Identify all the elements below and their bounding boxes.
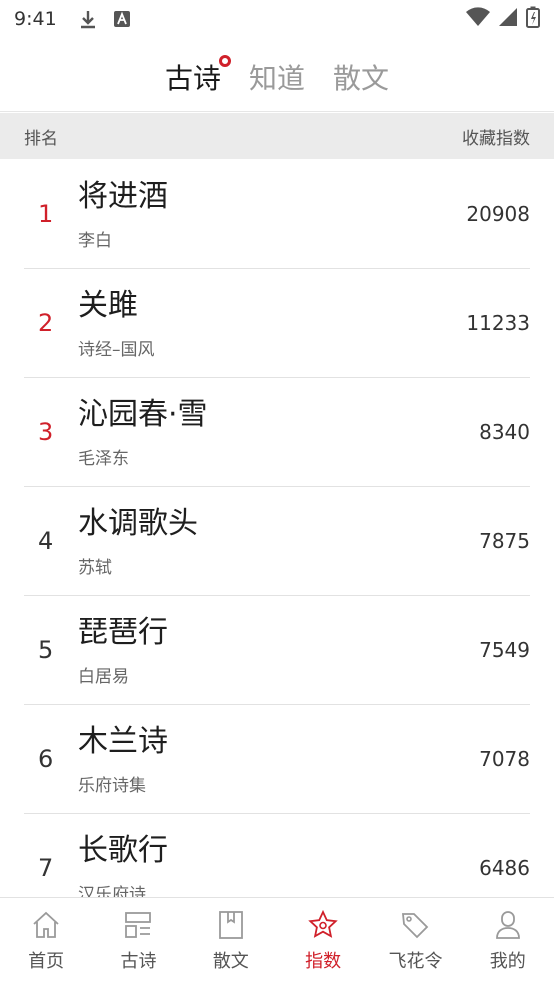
nav-label: 首页 <box>28 951 65 972</box>
rank-number: 4 <box>38 527 54 555</box>
poem-author: 毛泽东 <box>78 448 129 469</box>
poem-info: 琵琶行 白居易 <box>78 614 479 687</box>
nav-label: 我的 <box>489 951 526 972</box>
app-notification-icon <box>111 8 133 30</box>
nav-label: 指数 <box>305 951 342 972</box>
list-item[interactable]: 4 水调歌头 苏轼 7875 <box>24 487 530 596</box>
bookmark-book-icon <box>218 911 243 939</box>
poem-title: 木兰诗 <box>78 723 168 759</box>
poem-info: 水调歌头 苏轼 <box>78 505 479 578</box>
poem-info: 木兰诗 乐府诗集 <box>78 723 479 796</box>
rank-number: 2 <box>38 309 54 337</box>
rank-number: 1 <box>38 200 54 228</box>
ranking-header: 排名 收藏指数 <box>0 113 554 159</box>
tab-sanwen[interactable]: 散文 <box>333 57 389 97</box>
status-bar: 9:41 <box>0 0 554 38</box>
poem-author: 汉乐府诗 <box>78 884 146 898</box>
poem-info: 将进酒 李白 <box>78 178 466 251</box>
poem-title: 长歌行 <box>78 832 168 868</box>
favorite-score: 7078 <box>479 747 530 771</box>
favorite-score: 7549 <box>479 638 530 662</box>
nav-label: 散文 <box>212 951 249 972</box>
poem-info: 长歌行 汉乐府诗 <box>78 832 479 898</box>
nav-sanwen[interactable]: 散文 <box>185 898 277 984</box>
battery-icon <box>526 6 540 33</box>
poem-info: 沁园春·雪 毛泽东 <box>78 396 479 469</box>
tab-label: 古诗 <box>164 61 221 95</box>
poem-title: 沁园春·雪 <box>78 396 208 432</box>
rank-number: 7 <box>38 854 54 882</box>
poem-title: 关雎 <box>78 287 138 323</box>
poem-author: 李白 <box>78 230 112 251</box>
wifi-icon <box>466 6 490 32</box>
nav-wode[interactable]: 我的 <box>462 898 554 984</box>
list-item[interactable]: 6 木兰诗 乐府诗集 7078 <box>24 705 530 814</box>
list-item[interactable]: 5 琵琶行 白居易 7549 <box>24 596 530 705</box>
rank-number: 6 <box>38 745 54 773</box>
nav-feihualing[interactable]: 飞花令 <box>369 898 461 984</box>
poem-author: 诗经–国风 <box>78 339 155 360</box>
status-time: 9:41 <box>14 8 57 30</box>
nav-label: 飞花令 <box>388 951 443 972</box>
bottom-nav: 首页 古诗 散文 指数 飞花令 我的 <box>0 897 554 984</box>
tag-icon <box>402 913 429 939</box>
favorite-score: 20908 <box>466 202 530 226</box>
list-item[interactable]: 2 关雎 诗经–国风 11233 <box>24 269 530 378</box>
poem-author: 苏轼 <box>78 557 112 578</box>
poem-info: 关雎 诗经–国风 <box>78 287 466 360</box>
category-tabs: 古诗 知道 散文 <box>0 42 554 112</box>
nav-label: 古诗 <box>120 951 157 972</box>
tab-zhidao[interactable]: 知道 <box>249 57 305 97</box>
favorite-score: 7875 <box>479 529 530 553</box>
favorite-score: 11233 <box>466 311 530 335</box>
poem-title: 水调歌头 <box>78 505 198 541</box>
score-column-header: 收藏指数 <box>462 128 530 149</box>
nav-home[interactable]: 首页 <box>0 898 92 984</box>
star-icon <box>308 909 338 938</box>
user-icon <box>495 911 520 939</box>
tab-gushi[interactable]: 古诗 <box>164 54 231 97</box>
download-icon <box>77 8 99 30</box>
list-item[interactable]: 7 长歌行 汉乐府诗 6486 <box>24 814 530 898</box>
rank-column-header: 排名 <box>24 128 58 149</box>
nav-gushi[interactable]: 古诗 <box>92 898 184 984</box>
nav-zhishu[interactable]: 指数 <box>277 898 369 984</box>
home-icon <box>33 911 59 938</box>
poem-title: 将进酒 <box>78 178 168 214</box>
favorite-score: 6486 <box>479 856 530 880</box>
list-item[interactable]: 1 将进酒 李白 20908 <box>24 160 530 269</box>
poem-author: 乐府诗集 <box>78 775 146 796</box>
favorite-score: 8340 <box>479 420 530 444</box>
rank-number: 5 <box>38 636 54 664</box>
poem-title: 琵琶行 <box>78 614 168 650</box>
notification-dot <box>218 54 231 67</box>
poem-author: 白居易 <box>78 666 129 687</box>
list-item[interactable]: 3 沁园春·雪 毛泽东 8340 <box>24 378 530 487</box>
poem-grid-icon <box>125 912 152 938</box>
ranking-list[interactable]: 1 将进酒 李白 20908 2 关雎 诗经–国风 11233 3 沁园春·雪 … <box>0 160 554 897</box>
signal-icon <box>498 7 518 32</box>
rank-number: 3 <box>38 418 54 446</box>
